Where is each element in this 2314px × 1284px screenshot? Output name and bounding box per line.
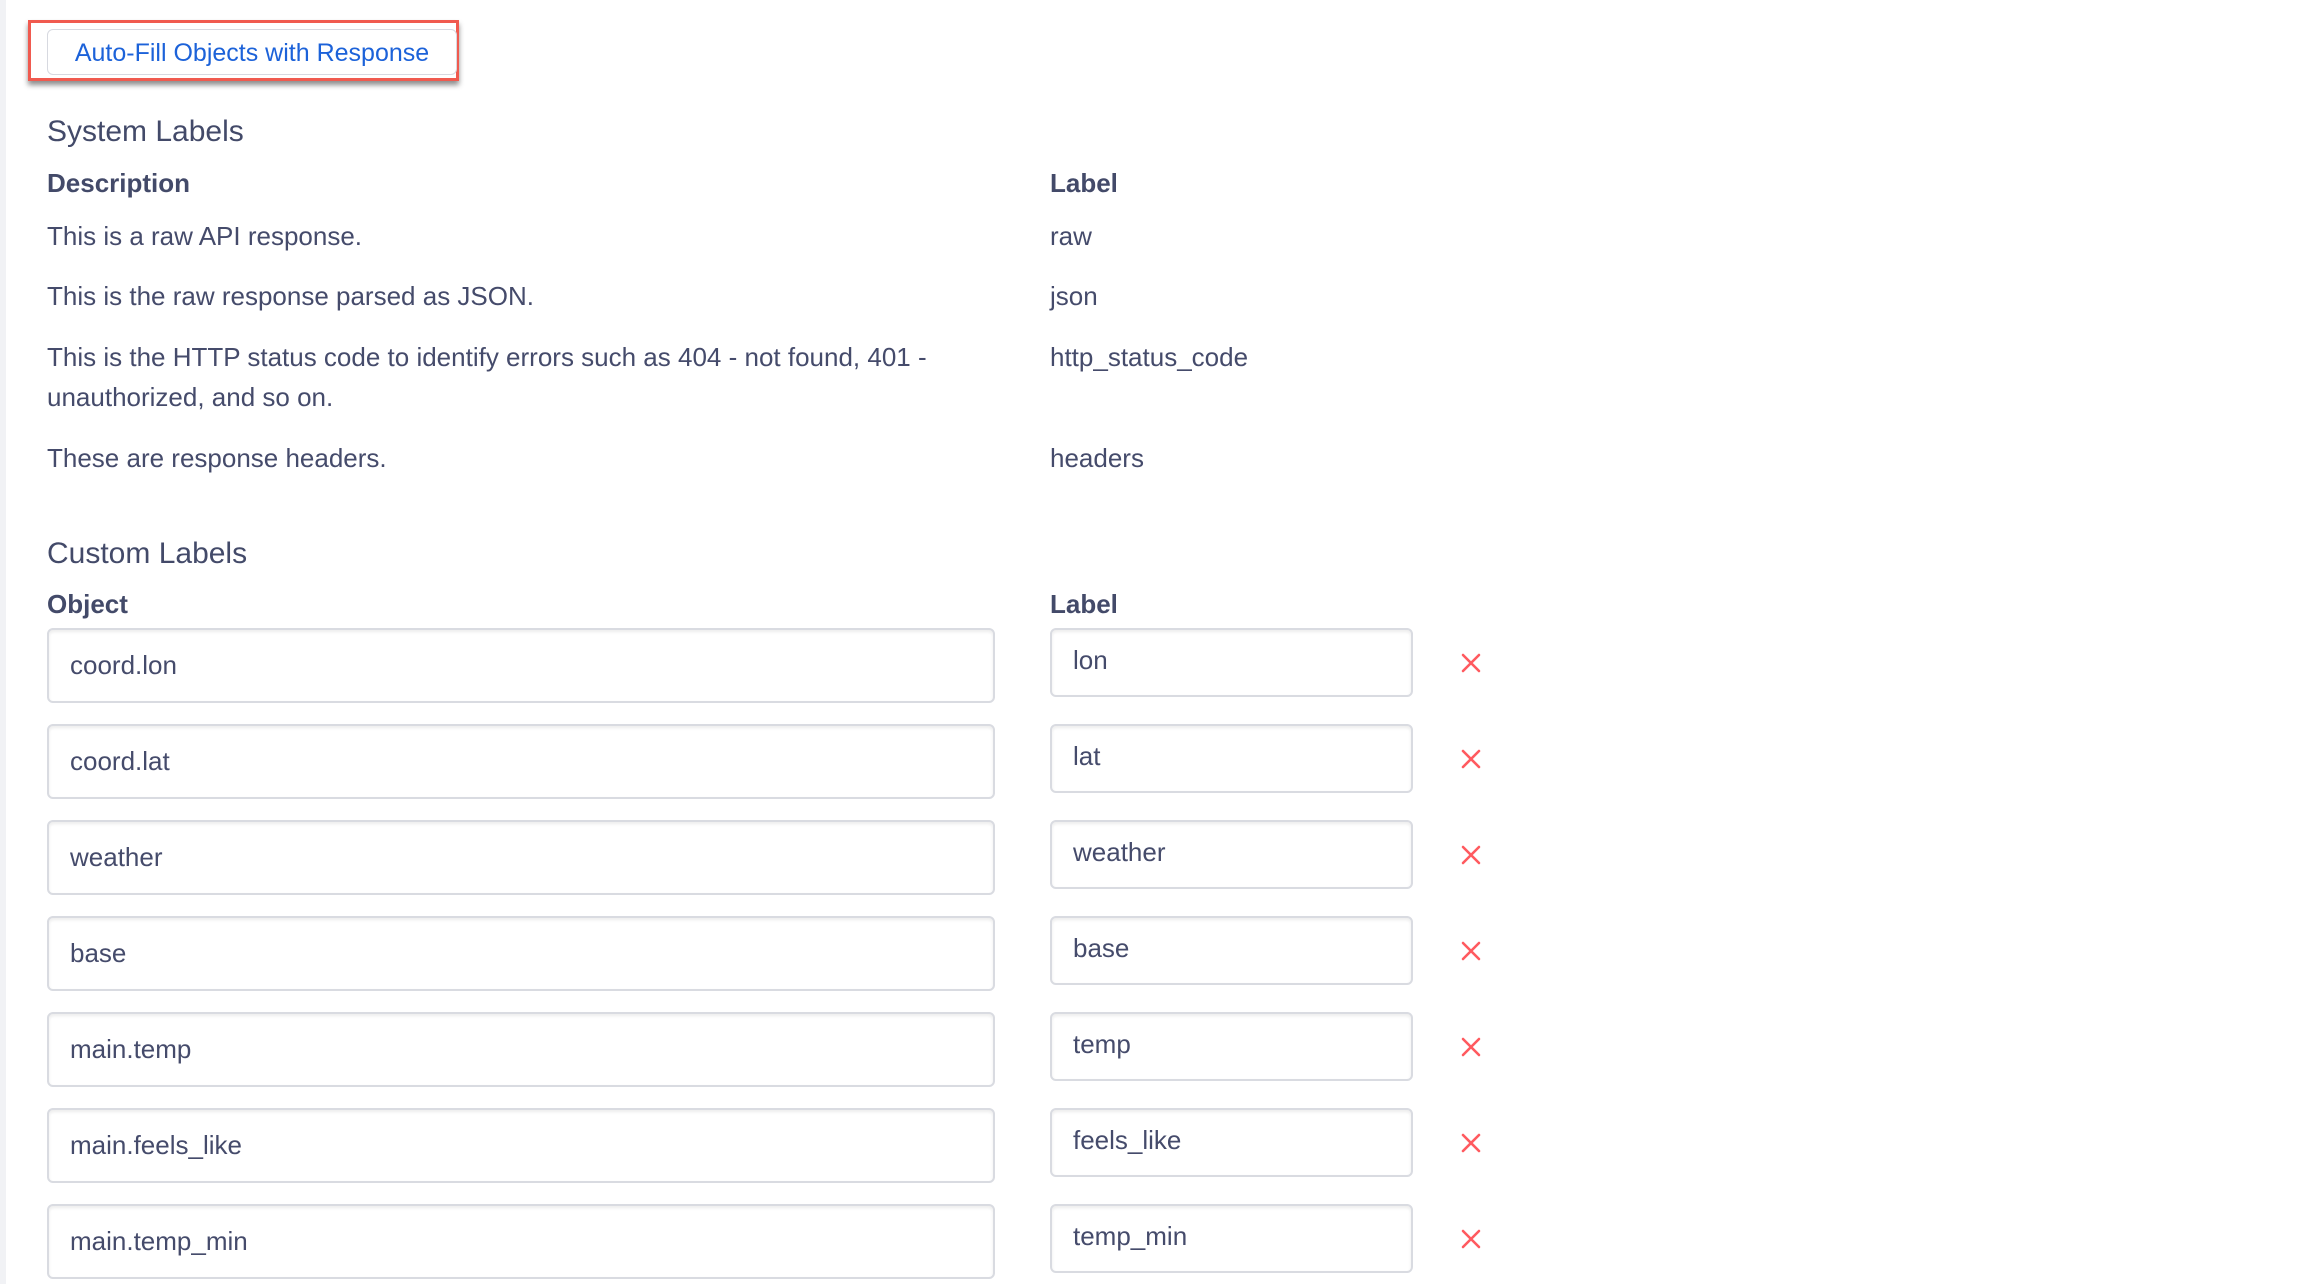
system-row-description: These are response headers. [47, 443, 387, 473]
close-x-icon[interactable] [1460, 1036, 1482, 1058]
system-row-label: headers [1050, 443, 1144, 473]
system-label-header: Label [1050, 168, 1118, 198]
custom-label-row [0, 820, 1500, 896]
label-name-input[interactable] [1050, 916, 1413, 985]
system-row-label: json [1050, 281, 1098, 311]
system-row-description: This is the raw response parsed as JSON. [47, 281, 534, 311]
label-name-input[interactable] [1050, 1012, 1413, 1081]
label-name-input[interactable] [1050, 1204, 1413, 1273]
system-row-label: http_status_code [1050, 342, 1249, 372]
system-description-header: Description [47, 168, 191, 198]
close-x-icon[interactable] [1460, 1228, 1482, 1250]
custom-label-row [0, 916, 1500, 992]
custom-label-row [0, 724, 1500, 800]
custom-label-row [0, 1204, 1500, 1280]
label-name-input[interactable] [1050, 820, 1413, 889]
close-x-icon[interactable] [1460, 844, 1482, 866]
custom-object-header: Object [47, 589, 128, 619]
object-path-input[interactable] [47, 628, 995, 703]
label-name-input[interactable] [1050, 1108, 1413, 1177]
object-path-input[interactable] [47, 1012, 995, 1087]
system-labels-title: System Labels [47, 115, 244, 148]
object-path-input[interactable] [47, 1108, 995, 1183]
custom-label-row [0, 1012, 1500, 1088]
system-row-label: raw [1050, 221, 1092, 251]
autofill-objects-button[interactable]: Auto-Fill Objects with Response [47, 29, 457, 75]
label-name-input[interactable] [1050, 724, 1413, 793]
label-name-input[interactable] [1050, 628, 1413, 697]
close-x-icon[interactable] [1460, 652, 1482, 674]
system-row-description: This is the HTTP status code to identify… [47, 342, 927, 412]
close-x-icon[interactable] [1460, 1132, 1482, 1154]
custom-label-header: Label [1050, 589, 1118, 619]
object-path-input[interactable] [47, 1204, 995, 1279]
system-row-description: This is a raw API response. [47, 221, 363, 251]
close-x-icon[interactable] [1460, 748, 1482, 770]
object-path-input[interactable] [47, 724, 995, 799]
custom-labels-title: Custom Labels [47, 537, 248, 570]
object-path-input[interactable] [47, 916, 995, 991]
object-path-input[interactable] [47, 820, 995, 895]
custom-label-row [0, 1108, 1500, 1184]
close-x-icon[interactable] [1460, 940, 1482, 962]
custom-label-row [0, 628, 1500, 704]
